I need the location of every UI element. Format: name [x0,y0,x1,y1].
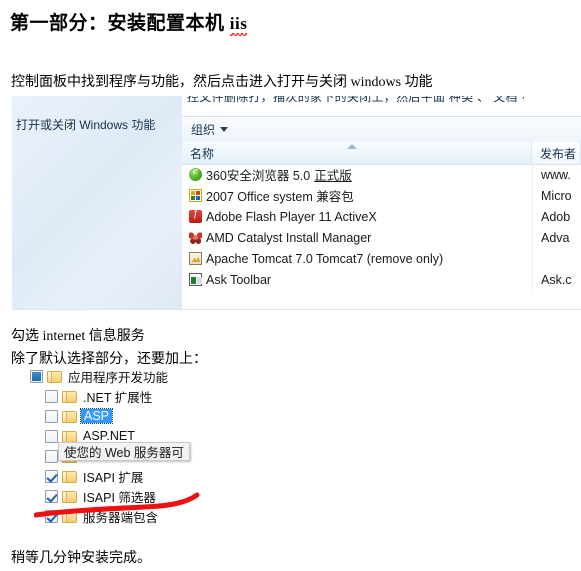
program-publisher-cell: Ask.c [532,269,581,290]
folder-icon [62,410,77,423]
organize-menu-button[interactable]: 组织 [182,121,237,138]
checkbox-cgi[interactable] [45,449,58,463]
table-row[interactable]: AMD Catalyst Install Manager Adva [182,227,581,248]
program-name-text: Ask Toolbar [206,272,272,287]
table-row[interactable]: 360安全浏览器 5.0 正式版 www. [182,164,581,185]
program-name-suffix: 正式版 [314,169,352,183]
tree-node-isapi-filters[interactable]: ISAPI 筛选器 [11,486,311,506]
tree-node-label: ASP [79,408,114,424]
folder-icon [62,490,77,503]
checkbox-app-development[interactable] [30,369,43,383]
program-name-text: AMD Catalyst Install Manager [206,230,372,245]
tree-node-app-development[interactable]: 应用程序开发功能 [11,366,311,386]
program-name-text: Apache Tomcat 7.0 Tomcat7 (remove only) [206,251,444,266]
installed-programs-list: 360安全浏览器 5.0 正式版 www. 2007 Office system… [182,164,581,310]
closing-paragraph: 稍等几分钟安装完成。 [11,551,151,566]
tree-node-server-side-includes[interactable]: 服务器端包含 [11,506,311,526]
column-header-publisher[interactable]: 发布者 [532,142,581,164]
program-name-text: Adobe Flash Player 11 ActiveX [206,209,377,224]
control-panel-right-pane: 控文件删除打，描次的家下的关闭上，然后平面 种类 、 文档 · 组织 名称 发布… [182,96,581,310]
extra-selection-paragraph: 除了默认选择部分，还要加上： [11,352,207,367]
adobe-flash-icon [189,210,202,223]
tree-node-label: 服务器端包含 [83,510,159,525]
chevron-down-icon [220,127,229,132]
ask-toolbar-icon [189,273,202,286]
program-publisher-cell: Micro [532,185,581,206]
check-text-b: 信息服务 [85,329,145,344]
intro-text-a: 控制面板中找到程序与功能，然后点击进入打开与关闭 [11,75,351,90]
checkbox-asp-net[interactable] [45,429,58,443]
browser-360-icon [189,165,202,181]
intro-paragraph: 控制面板中找到程序与功能，然后点击进入打开与关闭 windows 功能 [11,71,433,91]
table-row[interactable]: Adobe Flash Player 11 ActiveX Adob [182,206,581,227]
amd-catalyst-icon [189,231,202,244]
tree-node-label: ISAPI 扩展 [83,470,144,485]
program-name-text: 2007 Office system 兼容包 [206,190,354,204]
control-panel-left-pane: 打开或关闭 Windows 功能 [12,96,183,310]
folder-icon [62,510,77,523]
checkbox-isapi-filters[interactable] [45,489,58,503]
screenshot-bottom-edge [12,309,581,310]
apache-tomcat-icon [189,252,202,265]
sort-ascending-icon [347,144,357,149]
column-header-name[interactable]: 名称 [182,142,532,164]
tree-node-label: ISAPI 筛选器 [83,490,156,505]
program-name-cell: 360安全浏览器 5.0 正式版 [182,165,532,184]
checkbox-isapi-extensions[interactable] [45,469,58,483]
program-name-cell: Adobe Flash Player 11 ActiveX [182,210,532,224]
page-title: 第一部分：安装配置本机 iis [10,8,247,35]
clipped-bottom-row: ~~~ · [182,296,581,310]
check-iis-paragraph: 勾选 internet 信息服务 [11,325,145,345]
turn-windows-features-link[interactable]: 打开或关闭 Windows 功能 [16,116,155,133]
tree-node-isapi-extensions[interactable]: ISAPI 扩展 [11,466,311,486]
folder-icon [62,390,77,403]
tree-node-label: 应用程序开发功能 [68,370,169,385]
program-name-cell: 2007 Office system 兼容包 [182,186,532,205]
checkbox-asp[interactable] [45,409,58,423]
tree-node-label: ASP.NET [83,429,135,443]
tree-node-asp[interactable]: ASP [11,406,311,426]
page-title-latin: iis [229,14,248,33]
program-publisher-cell: www. [532,164,581,185]
programs-and-features-screenshot: 打开或关闭 Windows 功能 控文件删除打，描次的家下的关闭上，然后平面 种… [12,96,581,310]
folder-icon [62,470,77,483]
list-column-headers: 名称 发布者 [182,142,581,165]
clipped-description-text: 控文件删除打，描次的家下的关闭上，然后平面 种类 、 文档 · [187,96,526,104]
office-2007-icon [189,189,202,202]
page-title-cn: 第一部分：安装配置本机 [10,13,230,34]
program-publisher-cell [532,248,581,269]
intro-text-latin: windows [350,75,402,90]
program-name-cell: AMD Catalyst Install Manager [182,231,532,245]
program-publisher-cell: Adob [532,206,581,227]
tree-node-label: .NET 扩展性 [83,390,153,405]
tree-node-net-extensibility[interactable]: .NET 扩展性 [11,386,311,406]
table-row[interactable]: Apache Tomcat 7.0 Tomcat7 (remove only) [182,248,581,269]
program-name-cell: Ask Toolbar [182,273,532,287]
folder-icon [47,370,62,383]
checkbox-net-extensibility[interactable] [45,389,58,403]
check-text-latin: internet [42,329,86,344]
checkbox-server-side-includes[interactable] [45,509,58,523]
organize-label: 组织 [191,123,216,137]
folder-icon [62,430,77,443]
intro-text-b: 功能 [401,75,433,90]
program-name-cell: Apache Tomcat 7.0 Tomcat7 (remove only) [182,252,532,266]
table-row[interactable]: 2007 Office system 兼容包 Micro [182,185,581,206]
program-publisher-cell: Adva [532,227,581,248]
check-text-a: 勾选 [11,329,43,344]
feature-tooltip: 使您的 Web 服务器可 [58,442,190,461]
table-row[interactable]: Ask Toolbar Ask.c [182,269,581,290]
explorer-toolbar: 组织 [182,116,581,143]
program-name-text: 360安全浏览器 5.0 [206,169,311,183]
